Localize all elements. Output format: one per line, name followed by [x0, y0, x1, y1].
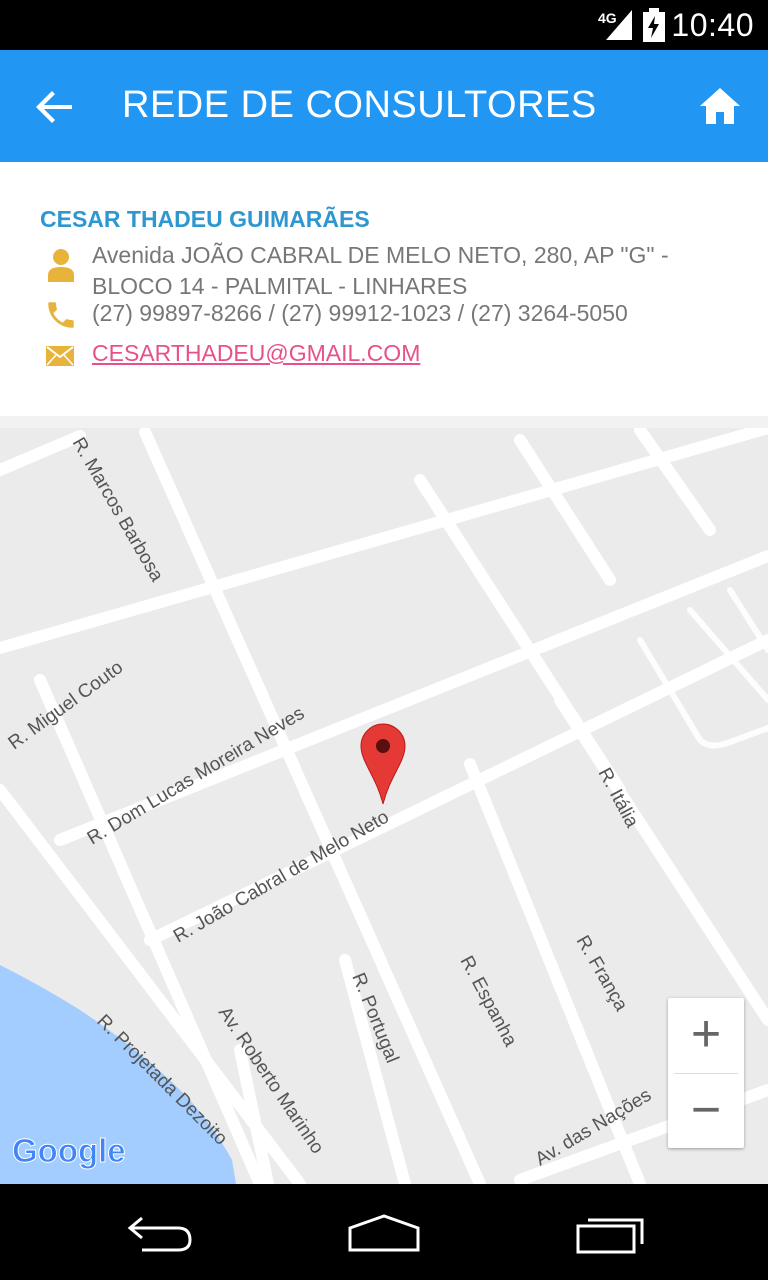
- consultant-card: CESAR THADEU GUIMARÃES Avenida JOÃO CABR…: [0, 162, 768, 416]
- back-arrow-icon[interactable]: [34, 86, 76, 128]
- location-marker-icon[interactable]: [360, 723, 406, 805]
- label-franca: R. França: [572, 932, 632, 1015]
- consultant-phones: (27) 99897-8266 / (27) 99912-1023 / (27)…: [92, 300, 628, 326]
- zoom-in-button[interactable]: +: [668, 998, 744, 1072]
- consultant-email-link[interactable]: CESARTHADEU@GMAIL.COM: [92, 340, 420, 367]
- zoom-controls: + −: [668, 998, 744, 1148]
- email-icon: [46, 346, 74, 366]
- phone-icon: [48, 302, 74, 328]
- consultant-address: Avenida JOÃO CABRAL DE MELO NETO, 280, A…: [92, 242, 669, 299]
- page-title: REDE DE CONSULTORES: [122, 84, 597, 126]
- label-dom-lucas: R. Dom Lucas Moreira Neves: [84, 703, 308, 849]
- nav-home-icon[interactable]: [347, 1214, 421, 1252]
- label-espanha: R. Espanha: [456, 952, 521, 1050]
- home-icon[interactable]: [698, 84, 742, 128]
- app-bar: REDE DE CONSULTORES: [0, 50, 768, 162]
- map-view[interactable]: R. Marcos Barbosa R. Miguel Couto R. Dom…: [0, 428, 768, 1184]
- consultant-name: CESAR THADEU GUIMARÃES: [40, 206, 370, 232]
- google-logo: Google: [12, 1132, 126, 1169]
- signal-icon: [606, 10, 632, 40]
- battery-icon: [643, 8, 665, 42]
- status-bar: 4G 10:40: [0, 0, 768, 50]
- clock: 10:40: [671, 7, 754, 43]
- map-canvas[interactable]: R. Marcos Barbosa R. Miguel Couto R. Dom…: [0, 428, 768, 1184]
- divider: [0, 416, 768, 428]
- nav-back-icon[interactable]: [126, 1212, 194, 1254]
- person-icon: [48, 249, 74, 282]
- navigation-bar: [0, 1184, 768, 1280]
- nav-recents-icon[interactable]: [576, 1216, 646, 1254]
- label-italia: R. Itália: [594, 764, 643, 831]
- zoom-out-button[interactable]: −: [668, 1074, 744, 1148]
